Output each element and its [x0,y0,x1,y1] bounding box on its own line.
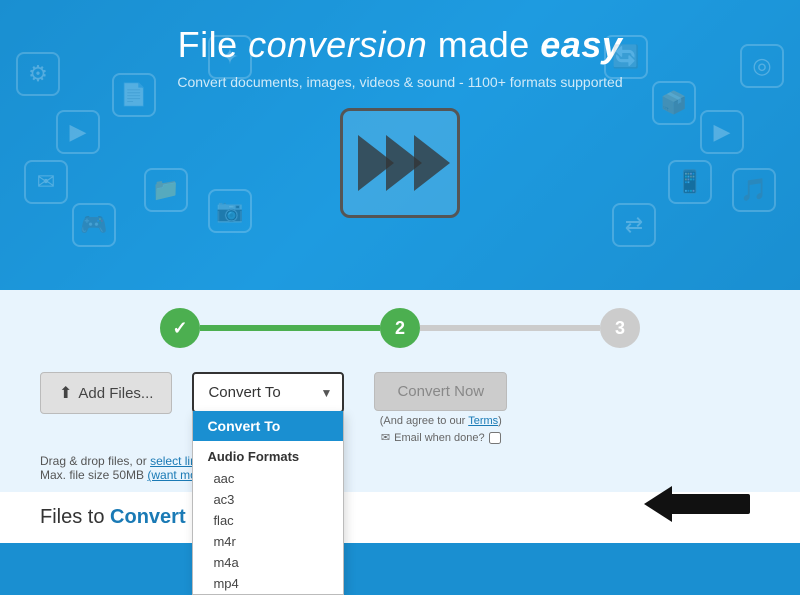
upload-icon: ⬆ [59,383,72,403]
dropdown-panel: Convert To Audio Formats aac ac3 flac m4… [192,411,344,595]
email-icon: ✉ [381,431,390,444]
email-checkbox[interactable] [489,432,501,444]
files-title-prefix: Files to [40,506,110,528]
dropdown-item-aac[interactable]: aac [193,468,343,489]
arrow-shaft [672,494,750,514]
hero-section: ⚙ ▶ ✉ 🎮 📄 📁 ◎ ▶ 🎵 📦 🔄 📱 ⇄ ✦ 📷 File conve… [0,0,800,290]
email-label: Email when done? [394,432,485,444]
logo-box [340,108,460,218]
steps-bar: ✓ 2 3 [0,290,800,362]
play-arrows [358,135,442,191]
arrow3 [414,135,450,191]
step-1-circle: ✓ [160,308,200,348]
add-files-label: Add Files... [78,385,153,402]
convert-now-button[interactable]: Convert Now [374,372,507,411]
terms-link[interactable]: Terms [468,415,498,427]
dropdown-item-ac3[interactable]: ac3 [193,489,343,510]
step-3-circle: 3 [600,308,640,348]
convert-to-select[interactable]: Convert To aac ac3 flac m4r m4a mp4 [194,374,342,411]
dropdown-header: Convert To [193,411,343,441]
files-title-action: Convert [110,506,186,528]
agree-text: (And agree to our Terms) [380,415,502,427]
step-2-circle: 2 [380,308,420,348]
dropdown-item-mp4[interactable]: mp4 [193,573,343,594]
arrow-head-icon [644,486,672,522]
step-line-2-3 [420,325,600,331]
convert-now-col: Convert Now (And agree to our Terms) ✉ E… [374,372,507,444]
dropdown-item-m4a[interactable]: m4a [193,552,343,573]
convert-to-wrapper: Convert To aac ac3 flac m4r m4a mp4 ▼ Co… [192,372,344,413]
dropdown-item-m4r[interactable]: m4r [193,531,343,552]
logo-container [20,108,780,218]
dropdown-category: Audio Formats [193,441,343,468]
drag-drop-text: Drag & drop files, or [40,454,147,468]
dropdown-item-flac[interactable]: flac [193,510,343,531]
max-size-text: Max. file size 50MB [40,468,144,482]
step-line-1-2 [200,325,380,331]
add-files-button[interactable]: ⬆ Add Files... [40,372,172,414]
actions-row: ⬆ Add Files... Convert To aac ac3 flac m… [0,362,800,452]
hero-subtitle: Convert documents, images, videos & soun… [20,74,780,90]
email-row: ✉ Email when done? [381,431,501,444]
hero-title: File conversion made easy [20,24,780,66]
arrow-indicator [644,486,750,522]
